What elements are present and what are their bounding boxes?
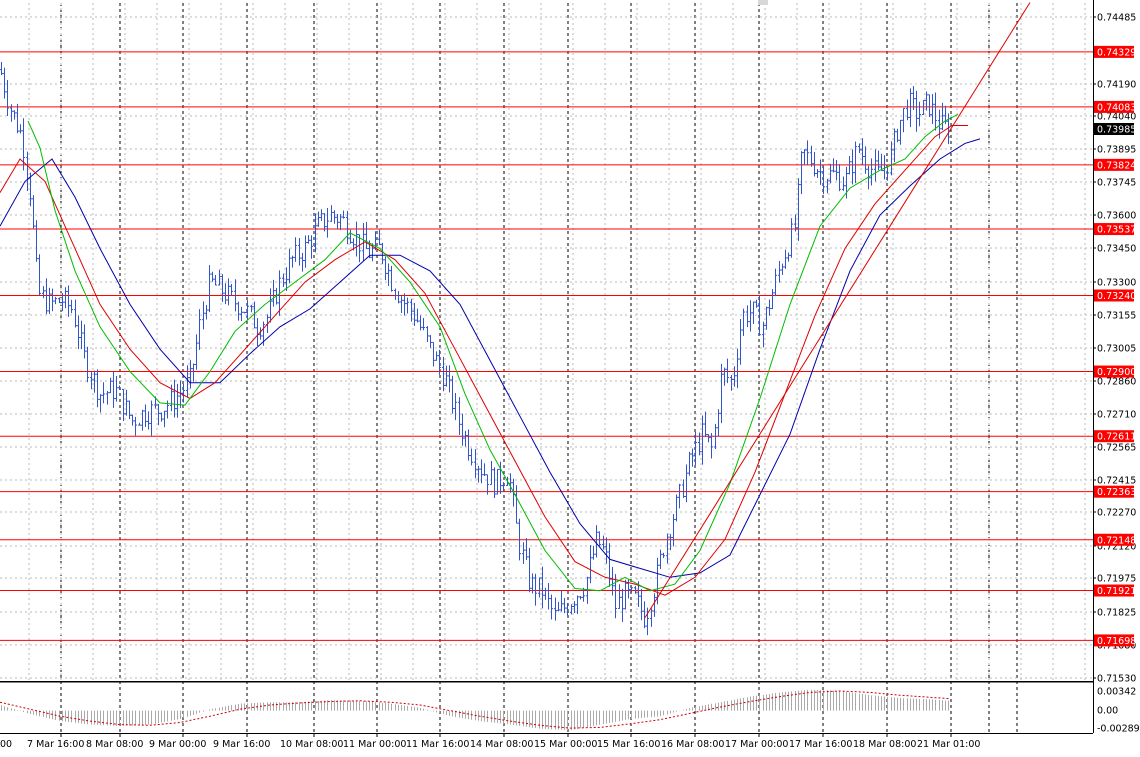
price-tick-label: 0.71530: [1097, 674, 1136, 685]
price-tick-label: 0.72565: [1097, 443, 1136, 454]
time-tick-label: 15 Mar 16:00: [597, 739, 660, 750]
level-price-label: 0.74083: [1097, 102, 1136, 113]
price-tick-label: 0.74485: [1097, 13, 1136, 24]
time-tick-label: 21 Mar 01:00: [917, 739, 980, 750]
price-tick-label: 0.72710: [1097, 410, 1136, 421]
chart-background: [0, 0, 1140, 757]
price-tick-label: 0.71825: [1097, 608, 1136, 619]
current-price-label: 0.73985: [1097, 125, 1136, 136]
level-price-label: 0.72900: [1097, 367, 1136, 378]
price-tick-label: 0.73745: [1097, 178, 1136, 189]
indicator-tick-label: 0.00: [1097, 706, 1118, 717]
level-price-label: 0.72148: [1097, 535, 1136, 546]
price-tick-label: 0.72415: [1097, 476, 1136, 487]
time-tick-label: 17 Mar 00:00: [725, 739, 788, 750]
level-price-label: 0.71921: [1097, 586, 1136, 597]
price-tick-label: 0.73155: [1097, 311, 1136, 322]
level-price-label: 0.73824: [1097, 160, 1136, 171]
level-price-label: 0.71698: [1097, 636, 1136, 647]
level-price-label: 0.74329: [1097, 47, 1136, 58]
price-tick-label: 0.73300: [1097, 278, 1136, 289]
time-tick-label: 9 Mar 16:00: [213, 739, 270, 750]
level-price-label: 0.73537: [1097, 225, 1136, 236]
time-tick-label: 15 Mar 00:00: [534, 739, 597, 750]
time-tick-label: 7 Mar 16:00: [27, 739, 84, 750]
price-tick-label: 0.72860: [1097, 377, 1136, 388]
price-tick-label: 0.73895: [1097, 145, 1136, 156]
level-price-label: 0.73240: [1097, 291, 1136, 302]
indicator-tick-label: -0.002894: [1097, 724, 1140, 735]
price-tick-label: 0.73450: [1097, 244, 1136, 255]
time-tick-label: 11 Mar 16:00: [406, 739, 469, 750]
price-tick-label: 0.73005: [1097, 344, 1136, 355]
time-tick-label: 10 Mar 08:00: [280, 739, 343, 750]
level-price-label: 0.72611: [1097, 432, 1136, 443]
time-tick-label: 9 Mar 00:00: [149, 739, 206, 750]
price-tick-label: 0.72270: [1097, 508, 1136, 519]
time-tick-label: 18 Mar 08:00: [853, 739, 916, 750]
level-price-label: 0.72363: [1097, 487, 1136, 498]
price-tick-label: 0.74190: [1097, 80, 1136, 91]
price-tick-label: 0.73600: [1097, 211, 1136, 222]
scroll-marker[interactable]: [758, 0, 768, 5]
time-tick-label: 8 Mar 08:00: [86, 739, 143, 750]
indicator-tick-label: 0.00342: [1097, 687, 1136, 698]
price-chart[interactable]: 0.744850.741900.740400.738950.737450.736…: [0, 0, 1140, 757]
time-tick-label: 14 Mar 08:00: [470, 739, 533, 750]
time-tick-label: 11 Mar 00:00: [343, 739, 406, 750]
time-tick-label: 16 Mar 08:00: [661, 739, 724, 750]
price-tick-label: 0.71975: [1097, 574, 1136, 585]
time-tick-label: 17 Mar 16:00: [789, 739, 852, 750]
time-tick-label-partial: 00: [0, 739, 12, 750]
